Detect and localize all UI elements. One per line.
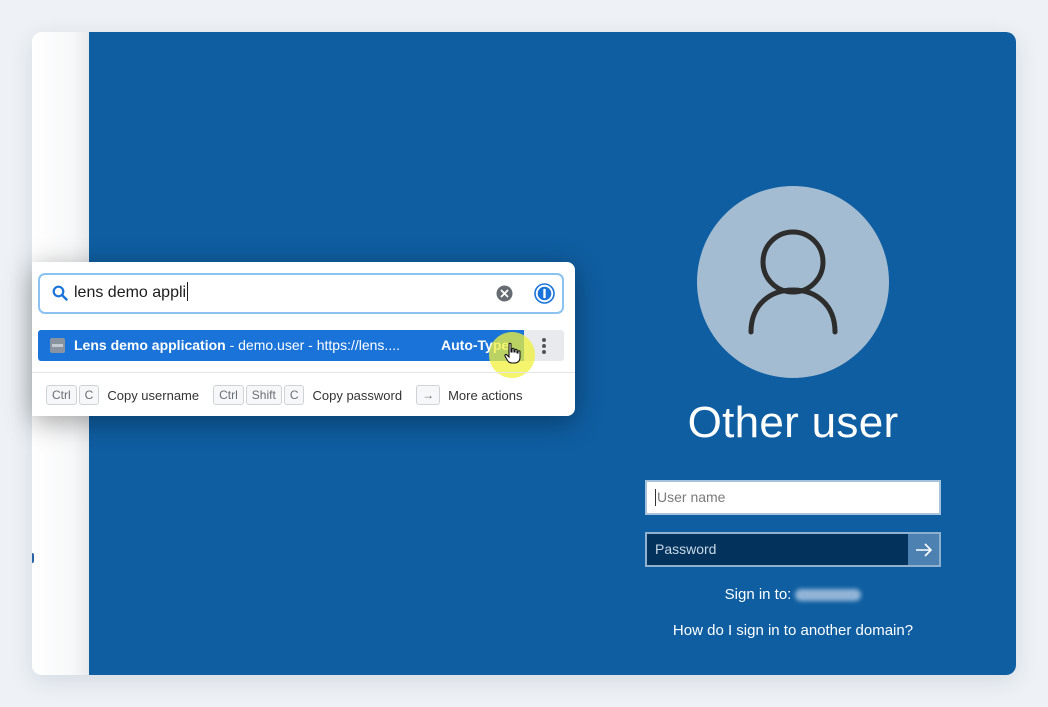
key-arrow-right: → bbox=[416, 385, 441, 405]
sign-in-to-label: Sign in to: bbox=[724, 586, 792, 603]
dot bbox=[542, 344, 546, 348]
user-name-title: Other user bbox=[687, 398, 899, 447]
key-ctrl: Ctrl bbox=[46, 385, 77, 405]
result-details: - demo.user - https://lens.... bbox=[225, 337, 400, 353]
user-avatar bbox=[697, 186, 889, 378]
clear-search-icon[interactable] bbox=[496, 285, 513, 302]
text-caret bbox=[187, 281, 189, 301]
result-title: Lens demo application bbox=[74, 337, 226, 353]
result-text: Lens demo application - demo.user - http… bbox=[74, 337, 424, 353]
dot bbox=[542, 350, 546, 354]
person-icon bbox=[748, 229, 838, 335]
copy-password-hint: Copy password bbox=[312, 387, 403, 403]
search-query: lens demo appli bbox=[74, 281, 189, 302]
key-c: C bbox=[283, 385, 305, 405]
username-input[interactable]: User name bbox=[645, 480, 941, 515]
sign-in-to: Sign in to: bbox=[645, 586, 941, 603]
redacted-domain bbox=[795, 589, 862, 602]
submit-button[interactable] bbox=[908, 534, 939, 565]
key-c: C bbox=[78, 385, 100, 405]
username-placeholder: User name bbox=[657, 489, 726, 505]
arrow-right-icon bbox=[915, 542, 932, 557]
search-result-item[interactable]: Lens demo application - demo.user - http… bbox=[38, 330, 524, 361]
key-shift: Shift bbox=[245, 385, 282, 405]
divider bbox=[32, 372, 575, 373]
password-placeholder: Password bbox=[655, 541, 717, 557]
more-actions-hint: More actions bbox=[448, 387, 523, 403]
copy-username-hint: Copy username bbox=[107, 387, 200, 403]
search-input[interactable]: lens demo appli bbox=[38, 273, 564, 314]
search-query-text: lens demo appli bbox=[74, 284, 187, 301]
entry-icon bbox=[50, 338, 65, 353]
password-manager-logo-icon[interactable] bbox=[534, 283, 555, 304]
other-domain-link[interactable]: How do I sign in to another domain? bbox=[605, 622, 981, 639]
password-manager-popup: lens demo appli Lens demo application - … bbox=[32, 262, 575, 416]
hand-cursor-icon bbox=[504, 342, 521, 364]
password-input[interactable]: Password bbox=[645, 532, 941, 567]
key-ctrl: Ctrl bbox=[213, 385, 244, 405]
search-icon bbox=[52, 285, 68, 301]
text-caret bbox=[655, 488, 656, 506]
dot bbox=[542, 338, 546, 342]
shortcut-hints: Ctrl C Copy username Ctrl Shift C Copy passwor… bbox=[46, 385, 537, 405]
edge-indicator bbox=[32, 553, 34, 563]
